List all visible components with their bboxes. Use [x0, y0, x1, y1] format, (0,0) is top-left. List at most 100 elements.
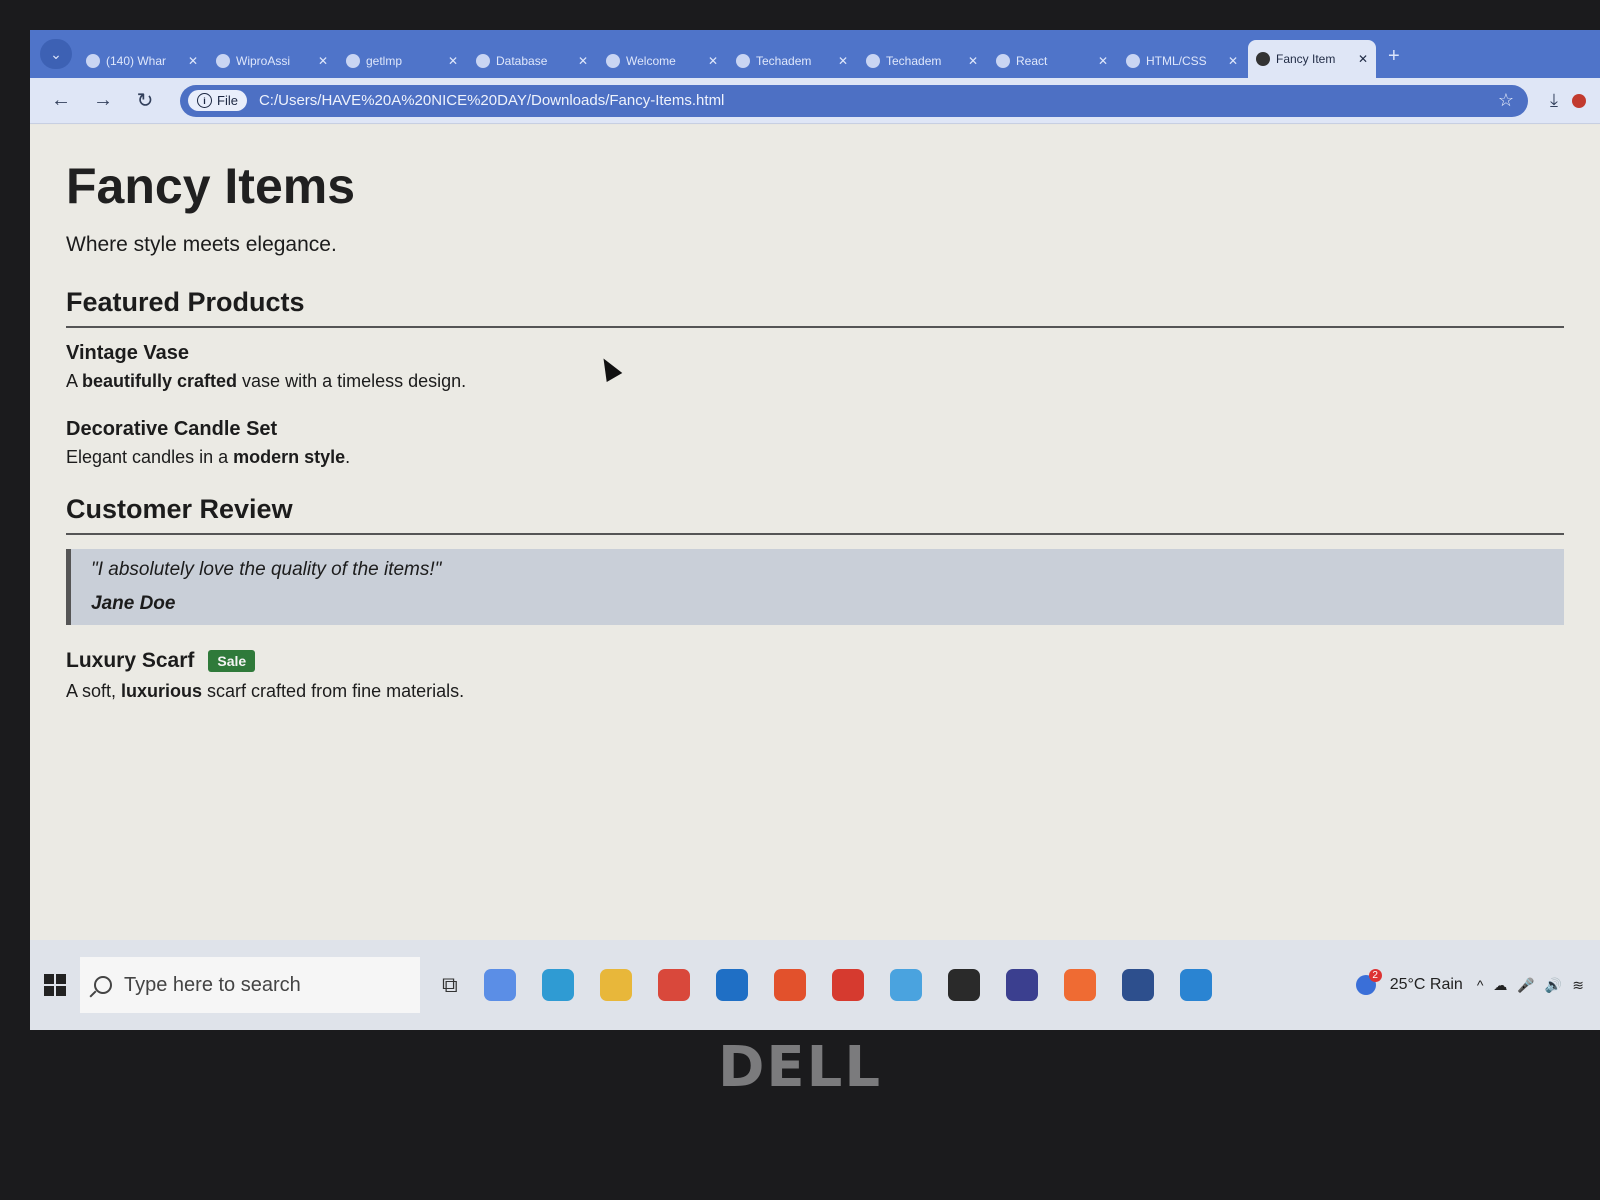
- search-icon: [94, 976, 112, 994]
- review-heading: Customer Review: [66, 494, 1564, 535]
- tab-search-button[interactable]: ⌄: [40, 39, 72, 69]
- postman-icon[interactable]: [1063, 969, 1096, 1001]
- close-icon[interactable]: ✕: [448, 54, 458, 68]
- tab-title: Techadem: [756, 54, 812, 68]
- review-author: Jane Doe: [91, 593, 176, 614]
- tagline: Where style meets elegance.: [66, 233, 337, 256]
- onedrive-icon[interactable]: ☁: [1493, 977, 1507, 994]
- dell-logo: DELL: [717, 1035, 883, 1100]
- close-icon[interactable]: ✕: [1098, 54, 1108, 68]
- site-info-chip[interactable]: i File: [188, 90, 247, 111]
- laptop-screen: ⌄ (140) Whar ✕ WiproAssi ✕ getlmp ✕ Database ✕ W…: [30, 30, 1600, 1030]
- weather-text[interactable]: 25°C Rain: [1390, 976, 1463, 994]
- info-icon: i: [197, 93, 212, 108]
- forward-button[interactable]: →: [86, 84, 120, 118]
- page-title: Fancy Items: [66, 158, 356, 214]
- chrome-icon[interactable]: [657, 969, 690, 1001]
- opera-icon[interactable]: [831, 969, 864, 1001]
- download-icon[interactable]: ⤓: [1550, 90, 1558, 111]
- favicon-icon: [736, 54, 750, 68]
- eclipse-icon[interactable]: [1005, 969, 1038, 1001]
- close-icon[interactable]: ✕: [838, 54, 848, 68]
- close-icon[interactable]: ✕: [188, 54, 198, 68]
- tab-strip: ⌄ (140) Whar ✕ WiproAssi ✕ getlmp ✕ Database ✕ W…: [30, 30, 1600, 78]
- favicon-icon: [1256, 52, 1270, 66]
- edge-icon[interactable]: [541, 969, 574, 1001]
- reload-button[interactable]: ↻: [128, 84, 162, 118]
- vscode-icon[interactable]: [1179, 969, 1212, 1001]
- microphone-icon[interactable]: 🎤: [1517, 977, 1534, 994]
- browser-tab[interactable]: getlmp ✕: [338, 44, 466, 78]
- product-description: A beautifully crafted vase with a timele…: [66, 371, 467, 391]
- profile-avatar[interactable]: [1572, 93, 1586, 108]
- browser-tab[interactable]: Database ✕: [468, 44, 596, 78]
- product-description: Elegant candles in a modern style.: [66, 447, 351, 467]
- product-name: Vintage Vase: [66, 342, 190, 364]
- browser-tab[interactable]: Welcome ✕: [598, 44, 726, 78]
- task-view-icon[interactable]: ⧉: [442, 972, 458, 998]
- file-explorer-icon[interactable]: [599, 969, 632, 1001]
- windows-start-icon[interactable]: [30, 960, 80, 1010]
- weather-icon[interactable]: 2: [1355, 969, 1382, 995]
- product-name: Decorative Candle Set: [66, 418, 278, 440]
- favicon-icon: [606, 54, 620, 68]
- tab-title: WiproAssi: [236, 54, 291, 68]
- web-page: Fancy Items Where style meets elegance. …: [30, 125, 1600, 940]
- volume-icon[interactable]: 🔊: [1545, 977, 1562, 994]
- browser-tab[interactable]: WiproAssi ✕: [208, 44, 336, 78]
- close-icon[interactable]: ✕: [1228, 54, 1238, 68]
- browser-tab[interactable]: Techadem ✕: [728, 44, 856, 78]
- favicon-icon: [866, 54, 880, 68]
- terminal-icon[interactable]: [947, 969, 980, 1001]
- tab-title: getlmp: [366, 54, 403, 68]
- favicon-icon: [86, 54, 100, 68]
- browser-tab[interactable]: HTML/CSS ✕: [1118, 44, 1246, 78]
- brave-icon[interactable]: [773, 969, 806, 1001]
- browser-tab[interactable]: Fancy Item ✕: [1248, 40, 1376, 78]
- tab-title: (140) Whar: [106, 54, 167, 68]
- copilot-icon[interactable]: [483, 969, 516, 1001]
- sale-item-name: Luxury Scarf: [66, 649, 195, 672]
- chevron-up-icon[interactable]: ^: [1477, 977, 1484, 994]
- tab-title: Welcome: [626, 54, 676, 68]
- review-quote: "I absolutely love the quality of the it…: [91, 559, 442, 580]
- browser-toolbar: ← → ↻ i File C:/Users/HAVE%20A%20NICE%20…: [30, 78, 1600, 124]
- taskbar: Type here to search ⧉ 2 25°C Rain ^ ☁ 🎤 …: [30, 940, 1600, 1030]
- bookmark-star-icon[interactable]: ☆: [1498, 90, 1520, 111]
- product-vintage-vase: Vintage Vase A beautifully crafted vase …: [66, 342, 1564, 392]
- address-bar[interactable]: i File C:/Users/HAVE%20A%20NICE%20DAY/Do…: [180, 84, 1529, 117]
- arrow-right-icon: →: [93, 89, 113, 111]
- favicon-icon: [996, 54, 1010, 68]
- taskbar-search-input[interactable]: Type here to search: [80, 957, 420, 1013]
- back-button[interactable]: ←: [44, 84, 78, 118]
- featured-heading: Featured Products: [66, 287, 1564, 328]
- new-tab-button[interactable]: +: [1388, 45, 1400, 68]
- notepad-icon[interactable]: [889, 969, 922, 1001]
- wifi-icon[interactable]: ≋: [1572, 977, 1584, 994]
- browser-tab[interactable]: (140) Whar ✕: [78, 44, 206, 78]
- product-candle-set: Decorative Candle Set Elegant candles in…: [66, 418, 1564, 468]
- favicon-icon: [346, 54, 360, 68]
- snipping-tool-icon[interactable]: [1121, 969, 1154, 1001]
- arrow-left-icon: ←: [51, 89, 71, 111]
- search-placeholder: Type here to search: [124, 973, 301, 996]
- favicon-icon: [476, 54, 490, 68]
- close-icon[interactable]: ✕: [968, 54, 978, 68]
- sale-item-header: Luxury Scarf Sale: [66, 649, 1564, 673]
- outlook-icon[interactable]: [715, 969, 748, 1001]
- sale-item-description: A soft, luxurious scarf crafted from fin…: [66, 681, 465, 701]
- browser-tab[interactable]: Techadem ✕: [858, 44, 986, 78]
- url-text[interactable]: C:/Users/HAVE%20A%20NICE%20DAY/Downloads…: [259, 92, 724, 109]
- close-icon[interactable]: ✕: [1358, 52, 1368, 66]
- favicon-icon: [216, 54, 230, 68]
- close-icon[interactable]: ✕: [578, 54, 588, 68]
- close-icon[interactable]: ✕: [318, 54, 328, 68]
- close-icon[interactable]: ✕: [708, 54, 718, 68]
- tab-title: Database: [496, 54, 548, 68]
- review-quote-block: "I absolutely love the quality of the it…: [66, 549, 1564, 625]
- browser-tab[interactable]: React ✕: [988, 44, 1116, 78]
- tab-title: Techadem: [886, 54, 942, 68]
- sale-badge: Sale: [208, 650, 256, 672]
- tab-title: HTML/CSS: [1146, 54, 1207, 68]
- favicon-icon: [1126, 54, 1140, 68]
